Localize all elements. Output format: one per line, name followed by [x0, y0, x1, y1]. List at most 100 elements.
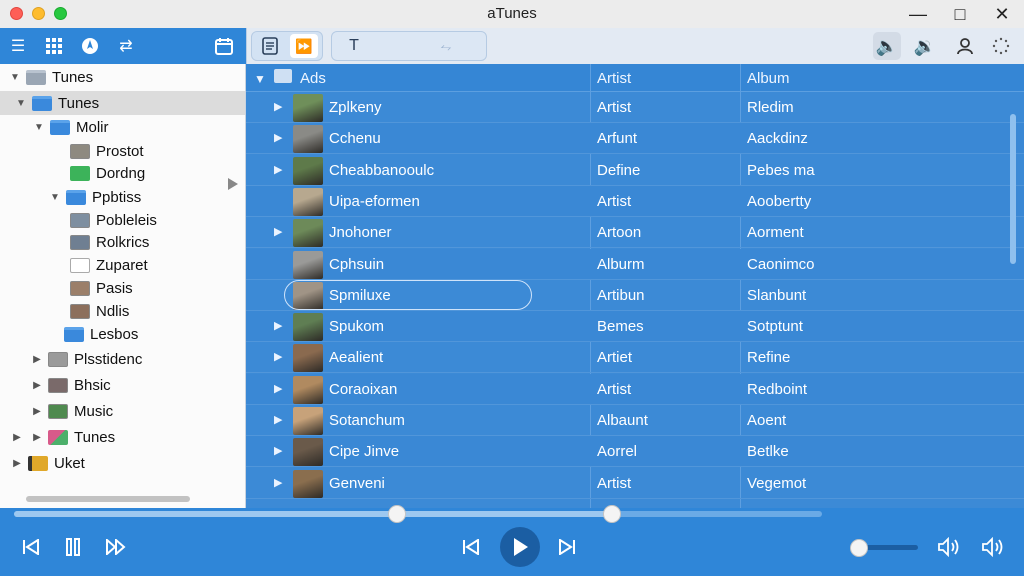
column-header-name[interactable]: Ads [300, 70, 326, 87]
table-row[interactable]: ▶ Sotanchum Albaunt Aoent [246, 405, 1024, 436]
maximize-icon[interactable]: □ [948, 2, 972, 26]
sidebar-item-ppbtiss[interactable]: ▼ Ppbtiss [48, 185, 141, 209]
disclosure-right-icon[interactable]: ▶ [30, 380, 44, 391]
track-album: Refine [747, 349, 791, 367]
track-name: Genveni [329, 474, 385, 492]
table-row[interactable]: ▶ Jnohoner Artoon Aorment [246, 217, 1024, 249]
track-album: Slanbunt [747, 286, 807, 304]
volume-icon[interactable]: 🔈 [873, 32, 901, 60]
table-row[interactable]: ▶ Zplkeny Artist Rledim [246, 92, 1024, 123]
play-button[interactable] [500, 527, 540, 567]
fast-forward-icon[interactable] [104, 536, 128, 558]
list-header: ▼ Ads Artist Album [246, 64, 1024, 92]
disclosure-right-icon[interactable]: ▶ [10, 432, 24, 443]
disclosure-down-icon[interactable]: ▼ [254, 72, 266, 86]
disclosure-right-icon[interactable]: ▶ [10, 458, 24, 469]
document-icon[interactable] [256, 34, 284, 58]
sidebar-item-label: Dordng [96, 164, 146, 182]
dots-icon[interactable] [987, 32, 1015, 60]
table-row[interactable]: ▶ Genveni Artist Vegemot [246, 468, 1024, 499]
shuffle-icon[interactable]: ⇄ [114, 34, 138, 58]
skip-back-icon[interactable] [20, 536, 42, 558]
folder-icon [28, 455, 48, 471]
grid-icon[interactable] [42, 34, 66, 58]
column-header-album[interactable]: Album [747, 70, 790, 87]
play-icon [514, 538, 528, 556]
sidebar-item-pasis[interactable]: Pasis [52, 276, 133, 300]
table-row[interactable]: ▶ Cchenu Arfunt Aackdinz [246, 123, 1024, 155]
table-row[interactable]: ▶ Cheabbanooulc Define Pebes ma [246, 155, 1024, 186]
volume-high-icon[interactable] [980, 536, 1006, 558]
disclosure-right-icon[interactable]: ▶ [274, 131, 282, 144]
move-icon[interactable]: ⥊ [432, 34, 460, 58]
sidebar-scrollbar[interactable] [26, 496, 190, 502]
table-row[interactable]: ▶ Coraoixan Artist Redboint [246, 373, 1024, 405]
forward-icon[interactable]: ⏩ [290, 34, 318, 58]
disclosure-down-icon[interactable]: ▼ [48, 192, 62, 203]
disclosure-right-icon[interactable]: ▶ [274, 350, 282, 363]
disclosure-right-icon[interactable]: ▶ [30, 406, 44, 417]
sidebar-item-bhsic[interactable]: ▶ Bhsic [30, 373, 111, 397]
table-row[interactable]: Cphsuin Alburm Caonimco [246, 248, 1024, 280]
compass-icon[interactable] [78, 34, 102, 58]
disclosure-right-icon[interactable]: ▶ [274, 100, 282, 113]
close-icon[interactable]: ✕ [990, 2, 1014, 26]
sidebar-item-molir[interactable]: ▼ Molir [32, 115, 108, 139]
previous-icon[interactable] [460, 536, 482, 558]
disclosure-right-icon[interactable]: ▶ [274, 225, 282, 238]
track-artist: Arfunt [597, 130, 638, 148]
pause-icon[interactable] [62, 536, 84, 558]
sidebar-item-ndlis[interactable]: Ndlis [52, 299, 129, 323]
sidebar-item-label: Music [74, 402, 114, 420]
volume-low-icon[interactable] [936, 536, 962, 558]
sidebar-item-prostot[interactable]: Prostot [52, 139, 144, 163]
calendar-icon[interactable] [212, 34, 236, 58]
disclosure-right-icon[interactable]: ▶ [30, 432, 44, 443]
disclosure-down-icon[interactable]: ▼ [32, 122, 46, 133]
resize-handle[interactable] [228, 178, 238, 190]
disclosure-down-icon[interactable]: ▼ [8, 72, 22, 83]
progress-left-knob[interactable] [388, 505, 406, 523]
image-icon [70, 280, 90, 296]
table-row[interactable]: Uipa-eformen Artist Aoobertty [246, 185, 1024, 217]
sidebar-item-lesbos[interactable]: Lesbos [46, 322, 138, 346]
volume-knob[interactable] [849, 539, 868, 557]
disclosure-right-icon[interactable]: ▶ [274, 319, 282, 332]
disclosure-right-icon[interactable]: ▶ [30, 354, 44, 365]
table-row[interactable]: ▶ Aealient Artiet Refine [246, 342, 1024, 374]
sidebar-item-music[interactable]: ▶ Music [30, 399, 113, 423]
text-icon[interactable]: T [340, 34, 368, 58]
disclosure-down-icon[interactable]: ▼ [14, 98, 28, 109]
minimize-icon[interactable]: — [906, 2, 930, 26]
sidebar-item-tunes-selected[interactable]: ▼ Tunes [0, 91, 245, 115]
album-art-thumbnail [293, 125, 323, 154]
column-header-artist[interactable]: Artist [597, 70, 631, 87]
sidebar-item-rolkrics[interactable]: Rolkrics [52, 230, 149, 254]
menu-icon[interactable]: ☰ [6, 34, 30, 58]
table-row[interactable]: ▶ Spukom Bemes Sotptunt [246, 311, 1024, 343]
window-title: aTunes [487, 5, 537, 22]
sidebar-item-tunes[interactable]: ▶ ▶ Tunes [10, 425, 115, 449]
disclosure-right-icon[interactable]: ▶ [274, 382, 282, 395]
list-scrollbar[interactable] [1010, 114, 1016, 264]
folder-icon [32, 95, 52, 111]
next-icon[interactable] [556, 536, 578, 558]
track-artist: Bemes [597, 318, 644, 336]
sidebar-item-label: Prostot [96, 142, 144, 160]
disclosure-right-icon[interactable]: ▶ [274, 163, 282, 176]
sidebar-item-plsstidenc[interactable]: ▶ Plsstidenc [30, 347, 142, 371]
speaker-icon[interactable]: 🔉 [911, 32, 939, 60]
disclosure-right-icon[interactable]: ▶ [274, 413, 282, 426]
sidebar-item-dordng[interactable]: Dordng [52, 161, 145, 185]
disclosure-right-icon[interactable]: ▶ [274, 444, 282, 457]
disclosure-right-icon[interactable]: ▶ [274, 476, 282, 489]
progress-knob[interactable] [602, 505, 621, 523]
album-art-thumbnail [293, 156, 323, 185]
image-icon [70, 212, 90, 228]
person-icon[interactable] [951, 32, 979, 60]
sidebar-item-uket[interactable]: ▶ Uket [10, 451, 85, 475]
sidebar-item-zuparet[interactable]: Zuparet [52, 253, 148, 277]
sidebar-item-tunes-root[interactable]: ▼ Tunes [8, 65, 93, 89]
table-row[interactable]: ▶ Cipe Jinve Aorrel Betlke [246, 436, 1024, 468]
sidebar-item-pobleleis[interactable]: Pobleleis [52, 208, 157, 232]
